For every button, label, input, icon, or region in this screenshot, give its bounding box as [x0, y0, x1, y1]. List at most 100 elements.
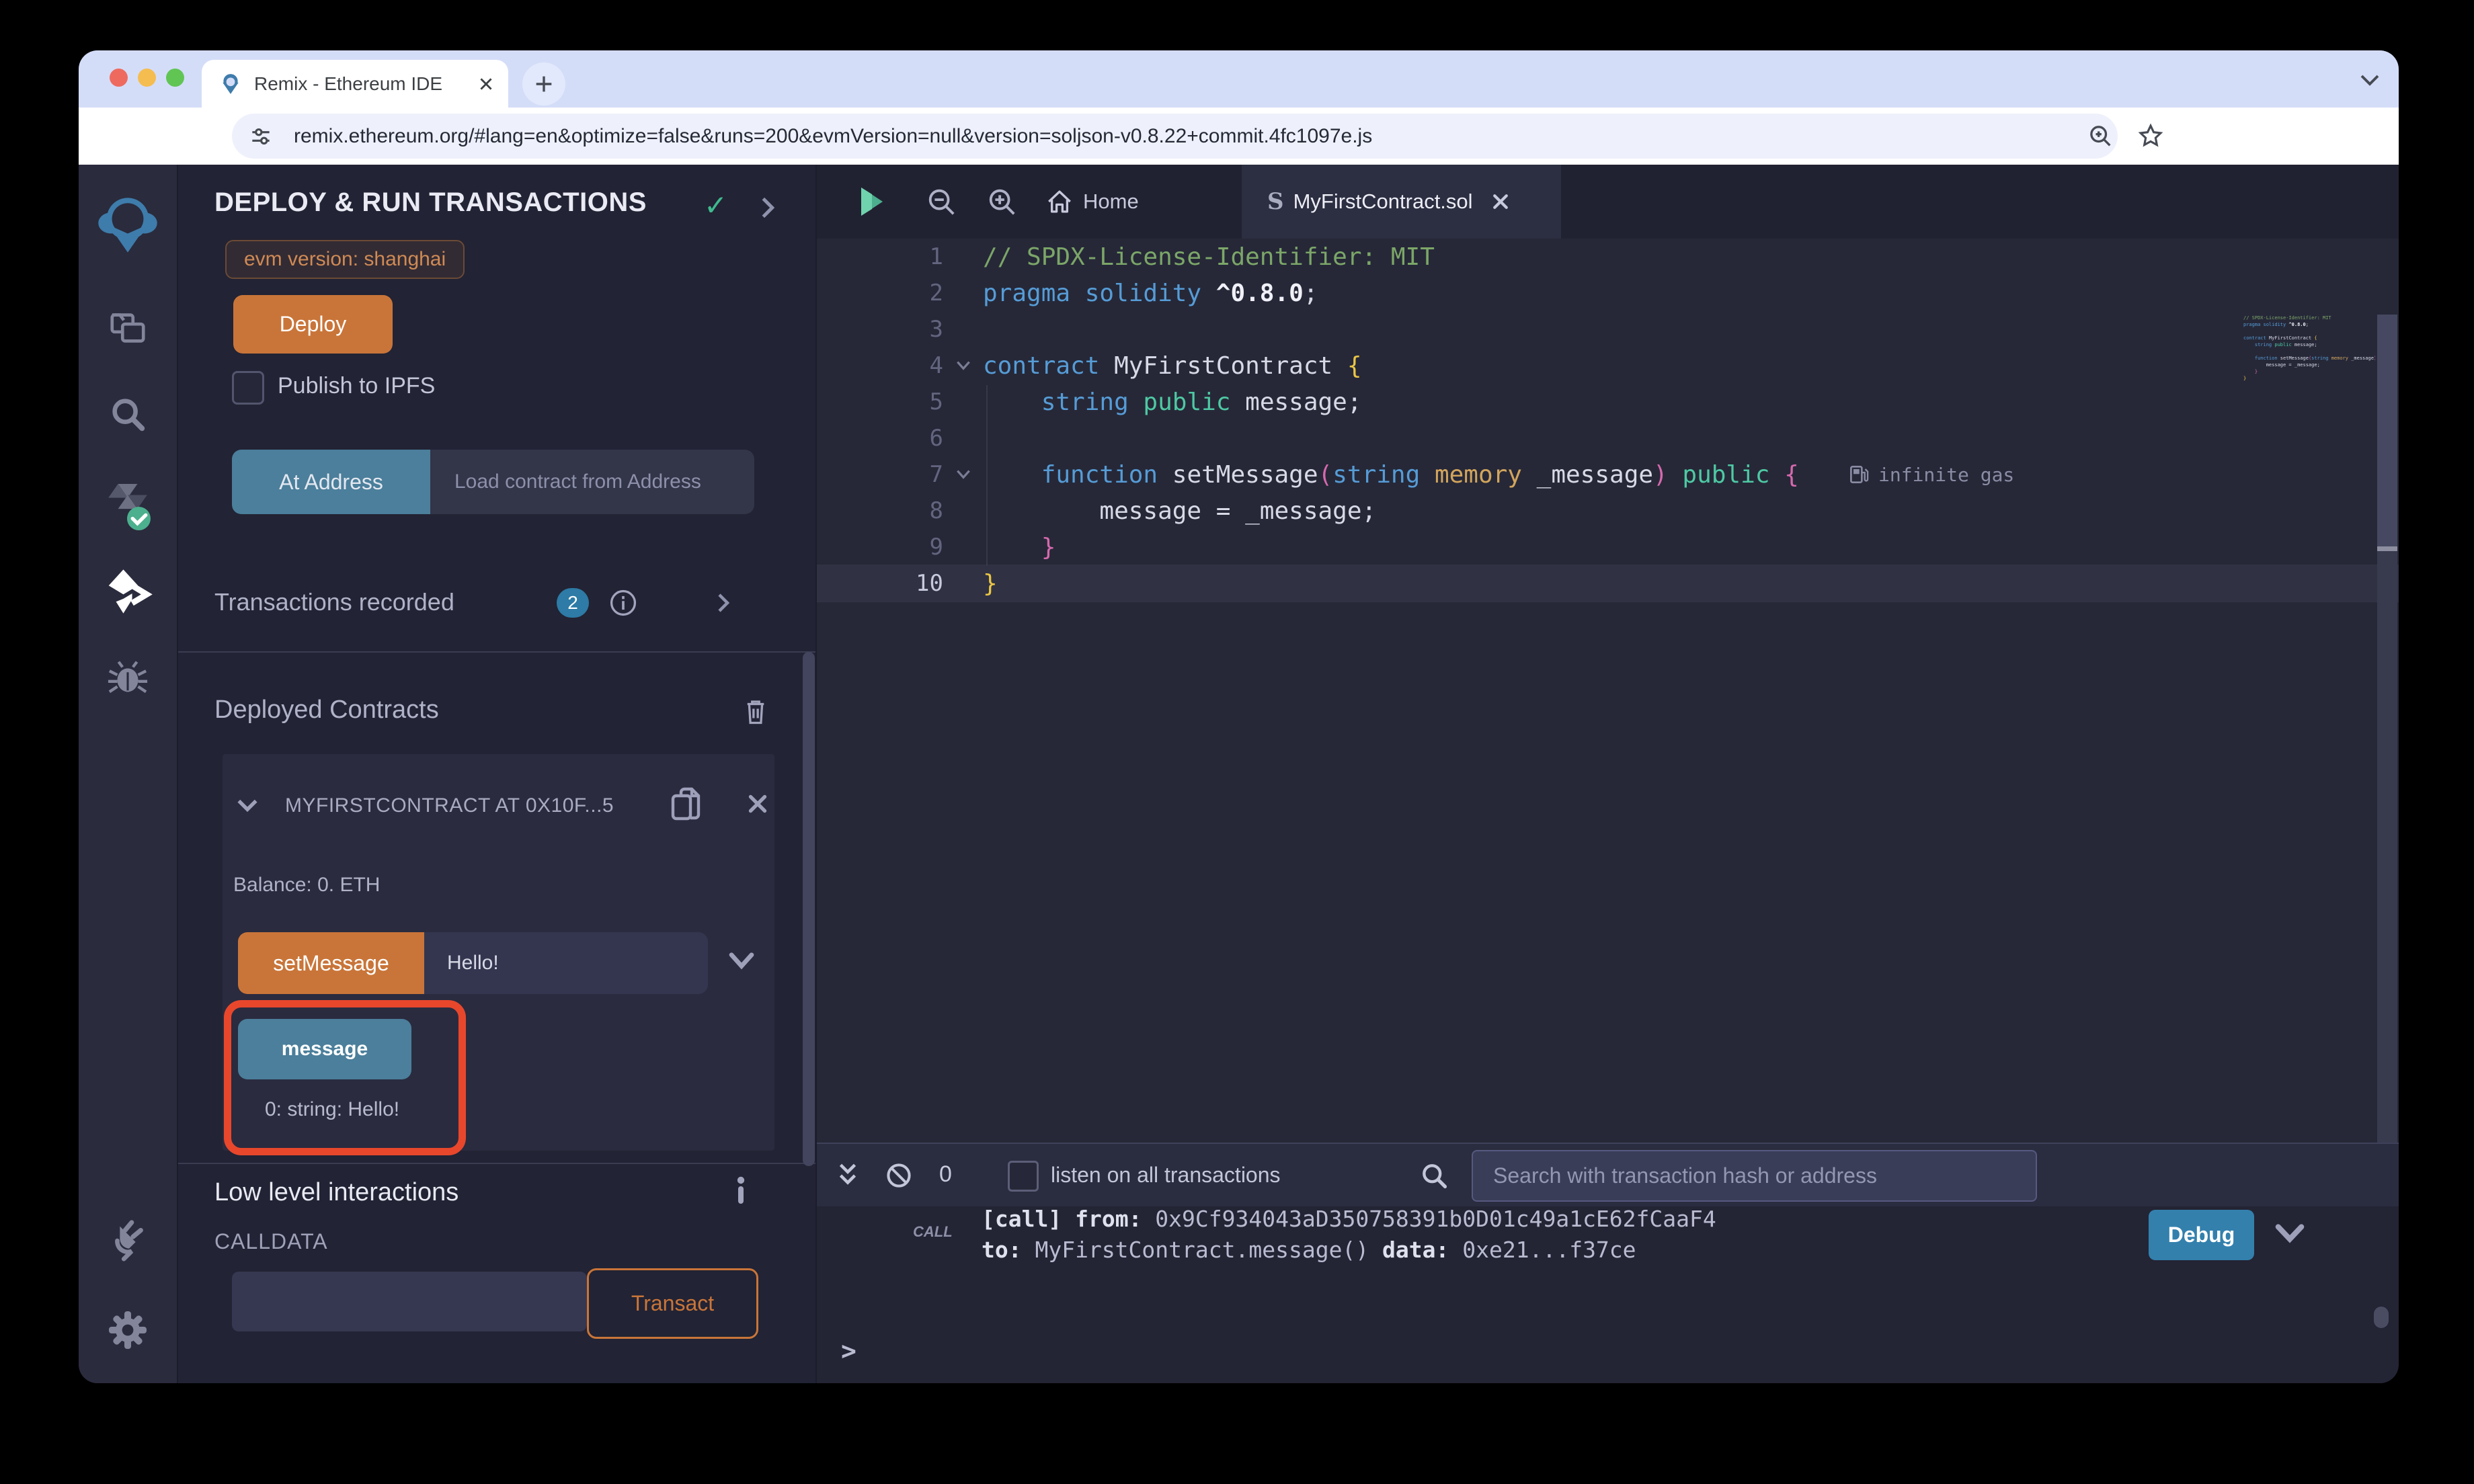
tab-home[interactable]: Home [1045, 165, 1139, 239]
calldata-input[interactable] [232, 1272, 587, 1331]
transactions-expand-chevron-icon[interactable] [715, 591, 732, 615]
run-script-play-icon[interactable] [859, 186, 885, 217]
editor-minimap[interactable]: // SPDX-License-Identifier: MITpragma so… [2243, 315, 2375, 382]
tab-title: Remix - Ethereum IDE [254, 73, 442, 95]
panel-divider-2 [178, 1163, 815, 1164]
code-text [983, 425, 998, 452]
trash-icon[interactable] [742, 696, 770, 727]
at-address-input[interactable] [430, 450, 754, 514]
icon-rail [79, 165, 178, 1383]
line-number: 5 [817, 388, 943, 415]
expand-args-chevron-icon[interactable] [728, 950, 755, 971]
browser-window: Remix - Ethereum IDE remix.ethereum.org/… [79, 50, 2399, 1383]
line-number: 7 [817, 461, 943, 488]
tab-search-chevron-icon[interactable] [2358, 71, 2382, 89]
plugin-manager-icon[interactable] [79, 1219, 177, 1263]
terminal-count: 0 [939, 1161, 952, 1188]
panel-collapse-chevron-icon[interactable] [758, 194, 778, 221]
deploy-run-panel: DEPLOY & RUN TRANSACTIONS ✓ evm version:… [178, 165, 817, 1383]
code-line: 4contract MyFirstContract { [817, 347, 2399, 384]
publish-ipfs-checkbox[interactable] [232, 371, 264, 405]
terminal-search-icon [1419, 1161, 1449, 1190]
tab-close-icon[interactable] [477, 75, 495, 93]
terminal-prompt[interactable]: > [841, 1336, 856, 1366]
annotation-highlight-box [224, 1000, 466, 1155]
calldata-label: CALLDATA [214, 1229, 328, 1254]
deploy-button[interactable]: Deploy [233, 295, 393, 354]
deploy-run-icon[interactable] [79, 567, 177, 616]
remix-favicon [219, 73, 242, 95]
home-tab-label: Home [1083, 190, 1139, 214]
fold-chevron-icon[interactable] [943, 360, 983, 372]
line-number: 1 [817, 243, 943, 270]
fold-chevron-icon[interactable] [943, 468, 983, 481]
contract-balance: Balance: 0. ETH [233, 874, 380, 897]
panel-check-icon: ✓ [704, 189, 727, 222]
zoom-out-icon[interactable] [926, 186, 957, 217]
terminal-log: [call] from: 0x9Cf934043aD350758391b0D01… [982, 1204, 1716, 1266]
transactions-count-badge: 2 [557, 588, 589, 618]
contract-collapse-chevron-icon[interactable] [235, 796, 260, 815]
code-line: 1// SPDX-License-Identifier: MIT [817, 239, 2399, 275]
code-line: 6 [817, 420, 2399, 456]
editor-scrollbar-thumb[interactable] [2377, 315, 2397, 548]
panel-divider [178, 651, 815, 653]
code-text: function setMessage(string memory _messa… [983, 461, 1799, 489]
contract-title: MYFIRSTCONTRACT AT 0X10F...5 [285, 794, 651, 817]
code-line: 2pragma solidity ^0.8.0; [817, 275, 2399, 311]
url-field[interactable]: remix.ethereum.org/#lang=en&optimize=fal… [232, 114, 2118, 159]
transactions-recorded-label: Transactions recorded [214, 588, 454, 616]
log-collapse-chevron-icon[interactable] [2274, 1222, 2305, 1245]
code-line: 3 [817, 311, 2399, 347]
settings-gear-icon[interactable] [79, 1309, 177, 1352]
debugger-bug-icon[interactable] [79, 657, 177, 698]
new-tab-button[interactable] [522, 63, 565, 106]
file-tab-close-icon[interactable] [1490, 192, 1511, 212]
solidity-compiler-icon[interactable] [79, 481, 177, 532]
browser-tab[interactable]: Remix - Ethereum IDE [202, 60, 508, 108]
indent-guide [986, 385, 988, 565]
search-icon[interactable] [79, 395, 177, 436]
terminal: 0 listen on all transactions CALL [call]… [817, 1143, 2399, 1383]
transactions-info-icon[interactable] [608, 588, 638, 618]
url-bar-row: remix.ethereum.org/#lang=en&optimize=fal… [79, 108, 2399, 165]
traffic-light-zoom[interactable] [166, 69, 184, 87]
at-address-button[interactable]: At Address [232, 450, 430, 514]
file-explorer-icon[interactable] [79, 307, 177, 349]
deployed-contract-card: MYFIRSTCONTRACT AT 0X10F...5 Balance: 0.… [223, 754, 774, 1151]
terminal-scrollbar-thumb[interactable] [2374, 1307, 2389, 1328]
zoom-in-icon[interactable] [986, 186, 1017, 217]
panel-scrollbar[interactable] [803, 652, 815, 1166]
listen-checkbox[interactable] [1008, 1161, 1039, 1192]
editor-scrollbar[interactable] [2377, 315, 2397, 1217]
transact-button[interactable]: Transact [587, 1268, 758, 1339]
code-text: pragma solidity ^0.8.0; [983, 280, 1318, 307]
editor-column: Home S MyFirstContract.sol 1// SPDX-Lice… [817, 165, 2399, 1383]
copy-address-icon[interactable] [669, 785, 704, 825]
code-editor[interactable]: 1// SPDX-License-Identifier: MIT2pragma … [817, 239, 2399, 1143]
set-message-button[interactable]: setMessage [238, 932, 424, 994]
code-line: 5 string public message; [817, 384, 2399, 420]
clear-terminal-icon[interactable] [884, 1161, 914, 1190]
code-text: } [983, 534, 1055, 561]
zoom-page-icon[interactable] [2087, 123, 2114, 150]
traffic-light-close[interactable] [110, 69, 128, 87]
bookmark-star-icon[interactable] [2137, 122, 2165, 150]
tab-myfirstcontract[interactable]: S MyFirstContract.sol [1242, 165, 1561, 239]
expand-terminal-icon[interactable] [836, 1161, 860, 1190]
listen-label: listen on all transactions [1051, 1163, 1281, 1188]
code-text: message = _message; [983, 497, 1376, 525]
site-settings-icon[interactable] [248, 124, 274, 149]
debug-button[interactable]: Debug [2149, 1210, 2254, 1260]
remove-contract-icon[interactable] [746, 792, 770, 816]
editor-toolbar: Home S MyFirstContract.sol [817, 165, 2399, 239]
code-text [983, 316, 998, 343]
evm-version-badge: evm version: shanghai [225, 240, 465, 279]
publish-ipfs-label: Publish to IPFS [278, 373, 435, 399]
remix-logo-icon[interactable] [79, 192, 177, 259]
traffic-light-minimize[interactable] [138, 69, 156, 87]
set-message-input[interactable] [424, 932, 708, 994]
home-icon [1045, 188, 1074, 216]
low-level-info-icon[interactable] [731, 1174, 751, 1206]
terminal-search-input[interactable] [1472, 1150, 2037, 1202]
